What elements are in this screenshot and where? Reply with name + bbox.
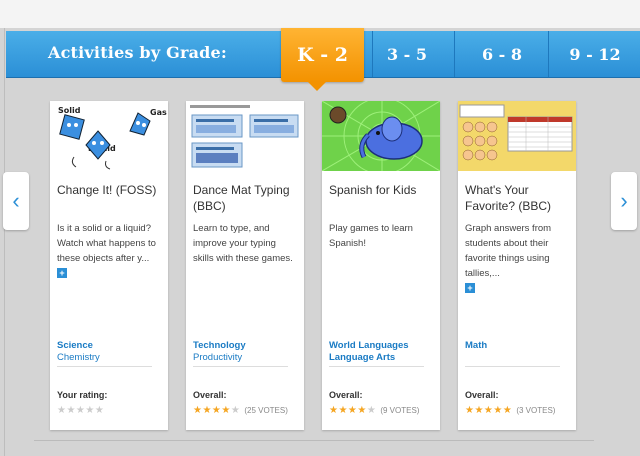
rating-label: Overall: bbox=[329, 390, 363, 400]
star-icon: ★★★★ bbox=[193, 405, 231, 416]
subject-link[interactable]: World Languages bbox=[329, 340, 424, 352]
vote-count: (3 VOTES) bbox=[516, 406, 556, 415]
carousel-next-button[interactable]: › bbox=[611, 172, 637, 230]
description-text: Play games to learn Spanish! bbox=[329, 223, 413, 249]
topic-link[interactable]: Chemistry bbox=[57, 352, 152, 364]
expand-plus-icon[interactable]: + bbox=[465, 283, 475, 293]
rating-label: Your rating: bbox=[57, 390, 108, 400]
states-of-matter-illustration: Solid Liquid Gas bbox=[50, 101, 168, 171]
half-star-icon: ★ bbox=[230, 405, 241, 416]
description-text: Learn to type, and improve your typing s… bbox=[193, 223, 293, 264]
topic-link[interactable]: Productivity bbox=[193, 352, 288, 364]
star-rating: ★★★★★ (3 VOTES) bbox=[465, 405, 555, 416]
topic-link[interactable]: Language Arts bbox=[329, 352, 424, 364]
rating-label: Overall: bbox=[465, 390, 499, 400]
elephant-illustration bbox=[322, 101, 440, 171]
tab-grade-6-8[interactable]: 6 - 8 bbox=[454, 31, 549, 77]
activity-thumbnail[interactable] bbox=[458, 101, 576, 171]
tab-label: 3 - 5 bbox=[386, 44, 428, 64]
tab-grade-9-12[interactable]: 9 - 12 bbox=[548, 31, 640, 77]
activity-title[interactable]: Change It! (FOSS) bbox=[57, 182, 163, 198]
carousel-prev-button[interactable]: ‹ bbox=[3, 172, 29, 230]
chevron-left-icon: ‹ bbox=[12, 188, 20, 213]
description-text: Graph answers from students about their … bbox=[465, 223, 552, 279]
top-strip bbox=[0, 0, 640, 28]
subject-tags: World Languages Language Arts bbox=[329, 340, 424, 367]
activity-description: Graph answers from students about their … bbox=[465, 221, 571, 296]
activity-card[interactable]: Dance Mat Typing (BBC) Learn to type, an… bbox=[186, 101, 304, 430]
grade-header: Activities by Grade: K - 2 3 - 5 6 - 8 9… bbox=[6, 28, 640, 91]
activity-card[interactable]: What's Your Favorite? (BBC) Graph answer… bbox=[458, 101, 576, 430]
description-text: Is it a solid or a liquid? Watch what ha… bbox=[57, 223, 156, 264]
activity-thumbnail[interactable] bbox=[322, 101, 440, 171]
tab-label: 9 - 12 bbox=[569, 44, 621, 64]
thumb-word: Solid bbox=[58, 106, 81, 115]
topic-link[interactable] bbox=[465, 352, 560, 364]
activity-title[interactable]: What's Your Favorite? (BBC) bbox=[465, 182, 571, 214]
subject-tags: Science Chemistry bbox=[57, 340, 152, 367]
chevron-right-icon: › bbox=[620, 188, 628, 213]
activity-title[interactable]: Dance Mat Typing (BBC) bbox=[193, 182, 299, 214]
vote-count: (9 VOTES) bbox=[380, 406, 420, 415]
star-rating[interactable]: ★★★★★ bbox=[57, 405, 104, 416]
subject-tags: Technology Productivity bbox=[193, 340, 288, 367]
subject-link[interactable]: Math bbox=[465, 340, 560, 352]
activity-thumbnail[interactable]: Solid Liquid Gas bbox=[50, 101, 168, 171]
thumb-word: Gas bbox=[150, 108, 167, 117]
star-rating: ★★★★★ (25 VOTES) bbox=[193, 405, 288, 416]
rating-label: Overall: bbox=[193, 390, 227, 400]
tab-label: 6 - 8 bbox=[481, 44, 523, 64]
tab-grade-k-2[interactable]: K - 2 bbox=[281, 28, 364, 91]
empty-star-icon: ★ bbox=[366, 405, 377, 416]
subject-tags: Math bbox=[465, 340, 560, 367]
vote-count: (25 VOTES) bbox=[244, 406, 288, 415]
typing-game-screenshot bbox=[186, 101, 304, 171]
tab-grade-3-5[interactable]: 3 - 5 bbox=[372, 31, 441, 77]
star-icon: ★★★★ bbox=[329, 405, 367, 416]
activity-card[interactable]: Solid Liquid Gas Change It! (FOSS) Is it… bbox=[50, 101, 168, 430]
star-icon: ★★★★★ bbox=[465, 405, 513, 416]
activity-description: Is it a solid or a liquid? Watch what ha… bbox=[57, 221, 163, 281]
subject-link[interactable]: Science bbox=[57, 340, 152, 352]
expand-plus-icon[interactable]: + bbox=[57, 268, 67, 278]
divider bbox=[34, 440, 594, 441]
subject-link[interactable]: Technology bbox=[193, 340, 288, 352]
active-tab-pointer bbox=[308, 82, 326, 91]
activity-thumbnail[interactable] bbox=[186, 101, 304, 171]
star-rating: ★★★★★ (9 VOTES) bbox=[329, 405, 419, 416]
graph-game-screenshot bbox=[458, 101, 576, 171]
activity-title[interactable]: Spanish for Kids bbox=[329, 182, 435, 198]
activity-card[interactable]: Spanish for Kids Play games to learn Spa… bbox=[322, 101, 440, 430]
tab-label: K - 2 bbox=[297, 44, 348, 66]
star-icon[interactable]: ★★★★★ bbox=[57, 405, 104, 416]
header-title: Activities by Grade: bbox=[48, 43, 228, 62]
